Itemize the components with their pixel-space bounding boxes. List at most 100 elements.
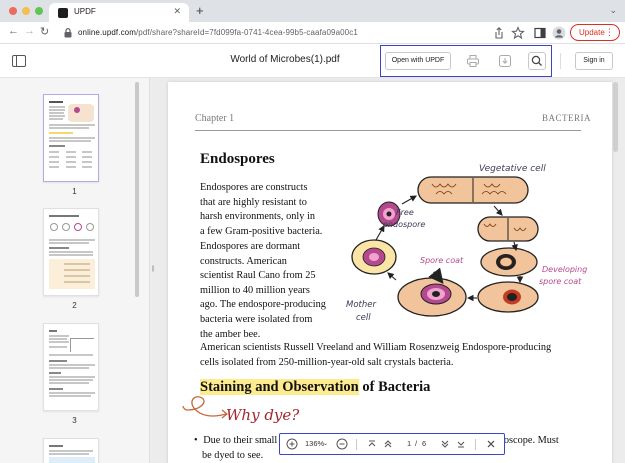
text-line: Endospores are constructs [200,182,308,193]
endospore-cycle-illustration: Vegetative cell Free endospore Spore coa… [346,164,587,323]
text-line: Endospores are dormant [200,241,301,252]
zoom-out-icon[interactable] [336,438,348,450]
profile-avatar-icon[interactable] [552,26,566,40]
header-divider [560,53,561,69]
url-host: online.updf.com [78,28,136,37]
page-thumbnail[interactable] [43,208,99,296]
cell-label: cell [356,313,371,323]
browser-toolbar: ← → ↻ online.updf.com/pdf/share?shareId=… [0,22,625,44]
why-dye-annotation: Why dye? [226,406,300,424]
bullet-mark: • [194,435,198,446]
minimize-window-button[interactable] [22,7,30,15]
pdf-page: Chapter 1 BACTERIA Endospores Endospores… [168,82,612,463]
browser-tab[interactable]: UPDF ✕ [49,3,189,22]
print-icon[interactable] [466,54,480,68]
curl-arrow-icon [182,396,228,419]
free-label: Free [396,208,414,217]
back-arrow-icon[interactable]: ← [8,25,19,37]
thumbnail-page-number: 2 [72,301,77,310]
resize-grip-icon: || [152,266,154,272]
endospore-label: endospore [383,220,425,229]
text-line: cells isolated from 250-million-year-old… [200,356,454,368]
vegetative-cell-label: Vegetative cell [479,164,546,174]
share-icon[interactable] [492,26,506,40]
text-line: harsh environments, only in [200,211,315,223]
chapter-header: Chapter 1 [195,113,235,124]
zoom-dropdown-chevron-icon[interactable]: ⌄ [323,440,328,447]
bullet-item: • Due to their small icroscope. Must be … [194,434,559,463]
developing-label: Developing [542,265,587,274]
tab-close-icon[interactable]: ✕ [173,6,181,17]
search-icon [531,55,542,66]
tab-search-chevron-icon[interactable]: ⌄ [609,5,617,16]
page-thumbnail[interactable] [43,94,99,182]
text-line: the amber bee. [200,328,261,340]
first-page-icon[interactable] [366,438,378,450]
more-menu-icon: ⋮ [605,27,614,37]
toolbar-divider [475,439,476,450]
text-line: constructs. American [200,255,287,267]
update-button[interactable]: Update ⋮ [570,24,620,41]
pdf-viewer[interactable]: Chapter 1 BACTERIA Endospores Endospores… [157,78,625,463]
thumbnail-page-number: 1 [72,187,77,196]
text-line: ago. The endospore-producing [200,299,326,311]
previous-page-icon[interactable] [382,438,394,450]
update-label: Update [579,28,605,37]
text-line: million to 40 million years [200,284,310,296]
header-rule [195,130,581,131]
text-line: that are highly resistant to [200,196,307,208]
updf-logo-icon [58,8,68,18]
reload-icon[interactable]: ↻ [40,25,49,38]
paragraph-3: American scientists Russell Vreeland and… [200,341,551,370]
viewer-scrollbar[interactable] [613,82,618,152]
spore-coat-label: Spore coat [420,256,464,265]
zoom-level[interactable]: 136% [305,439,324,448]
last-page-icon[interactable] [455,438,467,450]
download-icon[interactable] [498,54,512,68]
toolbar-divider [356,439,357,450]
sign-in-button[interactable]: Sign in [575,52,613,70]
page-navigation-toolbar: 136% ⌄ 1 / 6 [279,433,505,455]
text-line: scientist Raul Cano from 25 [200,270,316,282]
text-line: American scientists Russell Vreeland and… [200,342,552,353]
tab-title: UPDF [74,7,96,16]
section-header: BACTERIA [542,113,591,123]
app-header: World of Microbes(1).pdf Open with UPDF … [0,44,625,78]
endospores-heading: Endospores [200,151,275,167]
thumbnail-sidebar: 1 2 3 [0,78,149,463]
bullet-text-line-2: be dyed to see. [202,449,264,461]
paragraph-1: Endospores are constructs that are highl… [200,181,322,239]
side-panel-icon[interactable] [533,26,547,40]
page-thumbnail[interactable] [43,323,99,411]
zoom-in-icon[interactable] [286,438,298,450]
thumbnail-page-number: 3 [72,416,77,425]
maximize-window-button[interactable] [35,7,43,15]
open-with-updf-button[interactable]: Open with UPDF [385,52,451,70]
sidebar-scrollbar[interactable] [135,82,139,297]
new-tab-button[interactable]: + [196,3,204,18]
browser-tabbar: UPDF ✕ + ⌄ [0,0,625,22]
lock-icon [64,28,72,38]
current-page[interactable]: 1 [407,439,411,448]
text-line: bacteria were isolated from [200,313,313,325]
total-pages: 6 [422,439,427,448]
page-thumbnail[interactable] [43,438,99,463]
text-line: a few Gram-positive bacteria. [200,225,323,237]
url-text: online.updf.com/pdf/share?shareId=7fd099… [78,28,358,37]
paragraph-2: Endospores are dormant constructs. Ameri… [200,240,326,342]
forward-arrow-icon[interactable]: → [24,25,35,37]
developing-spore-coat-label: spore coat [539,277,582,286]
url-path: /pdf/share?shareId=7fd099fa-0741-4cea-99… [135,28,358,37]
bullet-text-start: Due to their small [203,435,278,446]
heading-rest: of Bacteria [358,379,431,395]
sidebar-resize-handle[interactable]: || [149,78,157,463]
staining-heading: Staining and Observation of Bacteria [200,379,430,396]
close-window-button[interactable] [9,7,17,15]
page-separator: / [415,439,418,448]
address-bar[interactable]: online.updf.com/pdf/share?shareId=7fd099… [60,24,480,42]
search-button[interactable] [528,52,546,70]
mother-label: Mother [346,300,376,310]
next-page-icon[interactable] [439,438,451,450]
close-icon[interactable] [485,438,497,450]
bookmark-star-icon[interactable] [511,26,525,40]
